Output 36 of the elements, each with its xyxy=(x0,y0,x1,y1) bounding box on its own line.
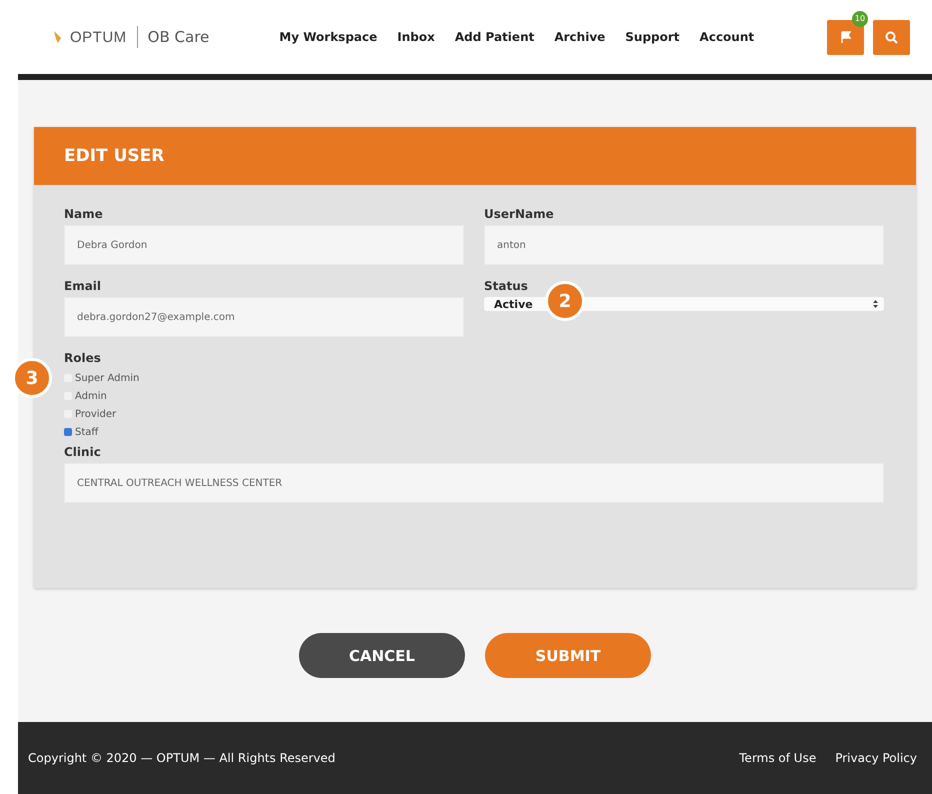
role-checkbox[interactable] xyxy=(64,428,72,436)
search-icon xyxy=(885,30,898,44)
card-title: EDIT USER xyxy=(34,127,916,185)
role-label: Provider xyxy=(75,408,116,420)
name-field[interactable]: Debra Gordon xyxy=(64,225,464,265)
cancel-button[interactable]: CANCEL xyxy=(299,633,465,678)
nav-link[interactable]: Archive xyxy=(554,30,606,44)
flag-icon xyxy=(840,31,852,43)
field-label: Clinic xyxy=(64,445,102,459)
clinic-field[interactable]: CENTRAL OUTREACH WELLNESS CENTER xyxy=(64,463,884,503)
field-label: UserName xyxy=(484,207,555,221)
field-label: Name xyxy=(64,207,104,221)
flag-button[interactable] xyxy=(827,20,864,54)
field-label: Email xyxy=(64,279,102,293)
footer-link[interactable]: Privacy Policy xyxy=(835,751,917,765)
footer-link[interactable]: Terms of Use xyxy=(739,751,816,765)
nav-link[interactable]: Support xyxy=(625,30,680,44)
username-field[interactable]: anton xyxy=(484,225,884,265)
field-label: Roles xyxy=(64,351,102,365)
logo-icon xyxy=(52,30,64,44)
logo-text: OPTUM xyxy=(70,28,127,46)
callout-badge: 3 xyxy=(12,358,52,398)
field-label: Status xyxy=(484,279,529,293)
role-label: Super Admin xyxy=(75,372,140,384)
nav-link[interactable]: Add Patient xyxy=(454,30,534,44)
copyright-text: Copyright © 2020 — OPTUM — All Rights Reserved xyxy=(28,751,336,765)
role-label: Staff xyxy=(75,426,98,438)
nav-link[interactable]: Inbox xyxy=(397,30,435,44)
nav-link[interactable]: Account xyxy=(700,30,754,44)
product-name: OB Care xyxy=(148,28,210,46)
notification-badge: 10 xyxy=(852,10,868,26)
search-button[interactable] xyxy=(873,20,910,54)
nav-link[interactable]: My Workspace xyxy=(279,30,378,44)
role-label: Admin xyxy=(75,390,107,402)
email-field[interactable]: debra.gordon27@example.com xyxy=(64,297,464,337)
select-arrows-icon xyxy=(873,300,878,308)
